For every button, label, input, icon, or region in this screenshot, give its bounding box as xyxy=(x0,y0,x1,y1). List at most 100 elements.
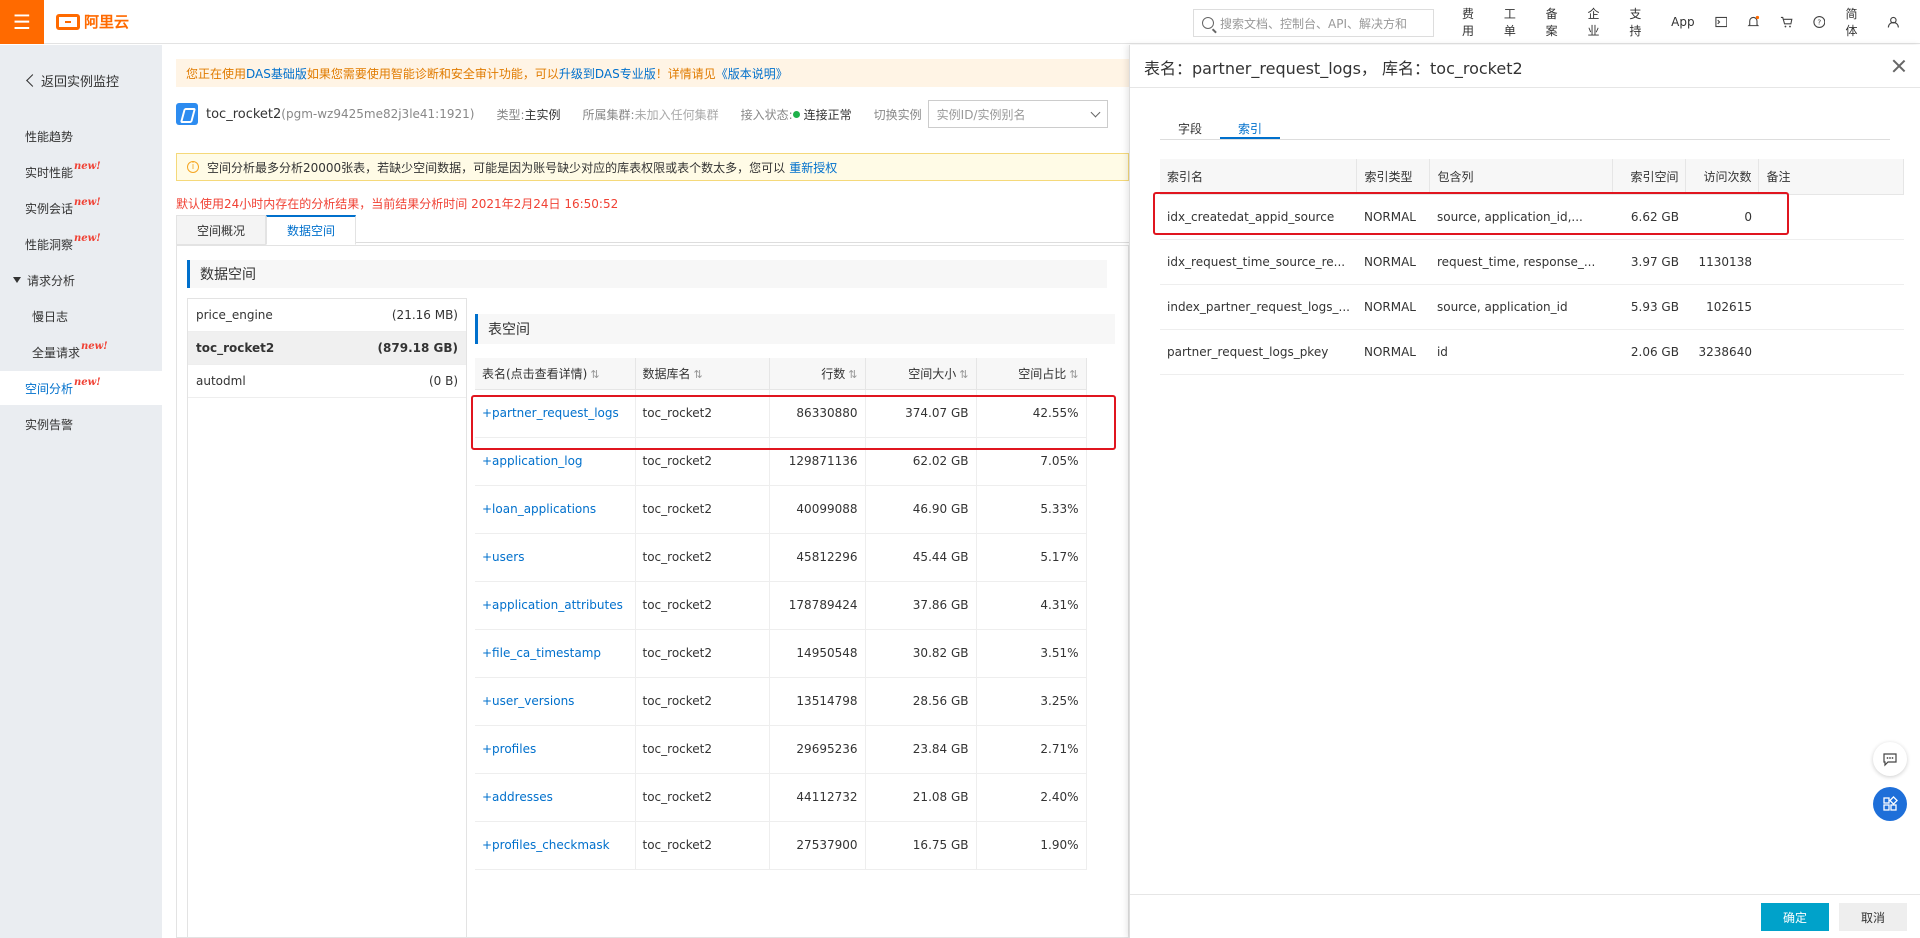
index-name-cell: partner_request_logs_pkey xyxy=(1160,329,1357,375)
global-search-input[interactable]: 搜索文档、控制台、API、解决方和 xyxy=(1193,9,1434,37)
index-columns-cell: source, application_id xyxy=(1429,284,1613,330)
sidebar-item-request-analysis[interactable]: 请求分析 xyxy=(0,263,162,297)
table-name-link[interactable]: +loan_applications xyxy=(475,485,636,534)
db-name-cell: toc_rocket2 xyxy=(635,485,770,534)
tab-space-overview[interactable]: 空间概况 xyxy=(176,215,267,245)
aliyun-logo-icon xyxy=(56,13,80,30)
remark-cell xyxy=(1758,284,1904,330)
new-badge: new! xyxy=(74,196,101,208)
back-to-monitor-link[interactable]: 返回实例监控 xyxy=(26,71,120,90)
row-count-cell: 13514798 xyxy=(769,677,866,726)
switch-instance-select[interactable]: 实例ID/实例别名 xyxy=(927,100,1108,128)
table-name-link[interactable]: +profiles xyxy=(475,725,636,774)
caret-down-icon xyxy=(13,277,21,283)
nav-enterprise[interactable]: 企业 xyxy=(1587,5,1609,39)
index-name-cell: idx_request_time_source_re... xyxy=(1160,239,1357,285)
col-label: 空间大小 xyxy=(908,366,957,381)
aliyun-logo[interactable]: 阿里云 xyxy=(56,11,129,32)
hamburger-menu-icon[interactable]: ☰ xyxy=(0,0,44,44)
db-name-cell: toc_rocket2 xyxy=(635,821,770,870)
database-list: price_engine (21.16 MB) toc_rocket2 (879.1… xyxy=(187,298,467,937)
sidebar-item-alerts[interactable]: 实例告警 xyxy=(0,407,162,441)
nav-tickets[interactable]: 工单 xyxy=(1504,5,1526,39)
col-table-name[interactable]: 表名(点击查看详情) ⇅ xyxy=(475,358,636,390)
col-rows[interactable]: 行数 ⇅ xyxy=(769,358,866,390)
table-name-link[interactable]: +file_ca_timestamp xyxy=(475,629,636,678)
back-label: 返回实例监控 xyxy=(41,75,120,90)
app-grid-icon[interactable] xyxy=(1873,787,1907,821)
col-index-type: 索引类型 xyxy=(1356,159,1431,195)
col-ratio[interactable]: 空间占比 ⇅ xyxy=(976,358,1087,390)
chevron-down-icon xyxy=(1090,107,1101,117)
table-name-link[interactable]: +application_attributes xyxy=(475,581,636,630)
size-cell: 23.84 GB xyxy=(865,725,977,774)
table-row: +profiles_checkmask toc_rocket2 27537900 16… xyxy=(475,821,1087,870)
info-text: 空间分析最多分析20000张表，若缺少空间数据，可能是因为账号缺少对应的库表权限… xyxy=(207,160,786,175)
access-count-cell: 3238640 xyxy=(1685,329,1759,375)
tab-fields[interactable]: 字段 xyxy=(1160,120,1220,139)
nav-support[interactable]: 支持 xyxy=(1629,5,1651,39)
table-name-link[interactable]: +profiles_checkmask xyxy=(475,821,636,870)
cancel-button[interactable]: 取消 xyxy=(1839,903,1907,931)
upgrade-das-link[interactable]: 升级到DAS专业版 xyxy=(559,65,656,82)
ratio-cell: 5.33% xyxy=(976,485,1087,534)
col-remark: 备注 xyxy=(1758,159,1905,195)
col-db-name[interactable]: 数据库名 ⇅ xyxy=(635,358,770,390)
drawer-tabs: 字段 索引 xyxy=(1160,120,1890,140)
sidebar-item-slow-log[interactable]: 慢日志 xyxy=(0,299,162,333)
confirm-button[interactable]: 确定 xyxy=(1761,903,1829,931)
nav-fees[interactable]: 费用 xyxy=(1462,5,1484,39)
chat-bubble-icon[interactable] xyxy=(1873,742,1907,776)
sidebar-item-sessions[interactable]: 实例会话 new! xyxy=(0,191,162,225)
index-columns-cell: request_time, response_... xyxy=(1429,239,1613,285)
reauthorize-link[interactable]: 重新授权 xyxy=(789,159,837,176)
das-basic-link[interactable]: DAS基础版 xyxy=(246,65,307,82)
sidebar-item-performance-trend[interactable]: 性能趋势 xyxy=(0,119,162,153)
svg-text:?: ? xyxy=(1817,18,1821,27)
col-label: 行数 xyxy=(821,366,846,381)
table-row: +file_ca_timestamp toc_rocket2 14950548 30.… xyxy=(475,629,1087,678)
help-icon[interactable]: ? xyxy=(1813,15,1826,29)
row-count-cell: 178789424 xyxy=(769,581,866,630)
table-row: +application_attributes toc_rocket2 178789… xyxy=(475,581,1087,630)
database-row[interactable]: autodml (0 B) xyxy=(188,365,466,398)
database-name: price_engine xyxy=(196,308,273,322)
db-name-cell: toc_rocket2 xyxy=(635,677,770,726)
version-notes-link[interactable]: 《版本说明》 xyxy=(716,65,788,82)
sidebar-item-full-requests[interactable]: 全量请求 new! xyxy=(0,335,162,369)
terminal-icon[interactable] xyxy=(1714,15,1728,29)
ratio-cell: 5.17% xyxy=(976,533,1087,582)
tab-data-space[interactable]: 数据空间 xyxy=(266,215,357,245)
row-count-cell: 14950548 xyxy=(769,629,866,678)
col-label: 空间占比 xyxy=(1018,366,1067,381)
sidebar-item-label: 空间分析 xyxy=(25,381,74,396)
bell-icon[interactable] xyxy=(1747,15,1760,29)
sidebar-item-performance-insight[interactable]: 性能洞察 new! xyxy=(0,227,162,261)
database-row[interactable]: price_engine (21.16 MB) xyxy=(188,299,466,332)
sidebar-item-space-analysis[interactable]: 空间分析 new! xyxy=(0,371,162,405)
table-header-row: 索引名 索引类型 包含列 索引空间 访问次数 备注 xyxy=(1160,159,1905,195)
table-row: index_partner_request_logs_... NORMAL sour… xyxy=(1160,284,1904,330)
nav-app[interactable]: App xyxy=(1671,15,1694,29)
table-row: +users toc_rocket2 45812296 45.44 GB 5.17% xyxy=(475,533,1087,582)
type-value: 主实例 xyxy=(524,107,561,122)
remark-cell xyxy=(1758,329,1904,375)
nav-filing[interactable]: 备案 xyxy=(1546,5,1568,39)
database-row[interactable]: toc_rocket2 (879.18 GB) xyxy=(188,332,466,365)
size-cell: 28.56 GB xyxy=(865,677,977,726)
col-size[interactable]: 空间大小 ⇅ xyxy=(865,358,977,390)
search-icon xyxy=(1202,17,1214,29)
language-switch[interactable]: 简体 xyxy=(1845,5,1867,39)
sidebar-item-realtime-performance[interactable]: 实时性能 new! xyxy=(0,155,162,189)
space-analysis-info: i 空间分析最多分析20000张表，若缺少空间数据，可能是因为账号缺少对应的库表… xyxy=(176,153,1129,181)
user-avatar-icon[interactable] xyxy=(1887,15,1900,29)
table-name-link[interactable]: +user_versions xyxy=(475,677,636,726)
tab-indexes[interactable]: 索引 xyxy=(1220,120,1281,139)
table-name-link[interactable]: +addresses xyxy=(475,773,636,822)
index-detail-drawer: 表名：partner_request_logs， 库名：toc_rocket2 … xyxy=(1129,45,1920,938)
close-icon[interactable] xyxy=(1892,59,1906,73)
index-type-cell: NORMAL xyxy=(1356,329,1430,375)
table-name-link[interactable]: +users xyxy=(475,533,636,582)
database-name: toc_rocket2 xyxy=(196,341,275,355)
cart-icon[interactable] xyxy=(1780,15,1793,29)
